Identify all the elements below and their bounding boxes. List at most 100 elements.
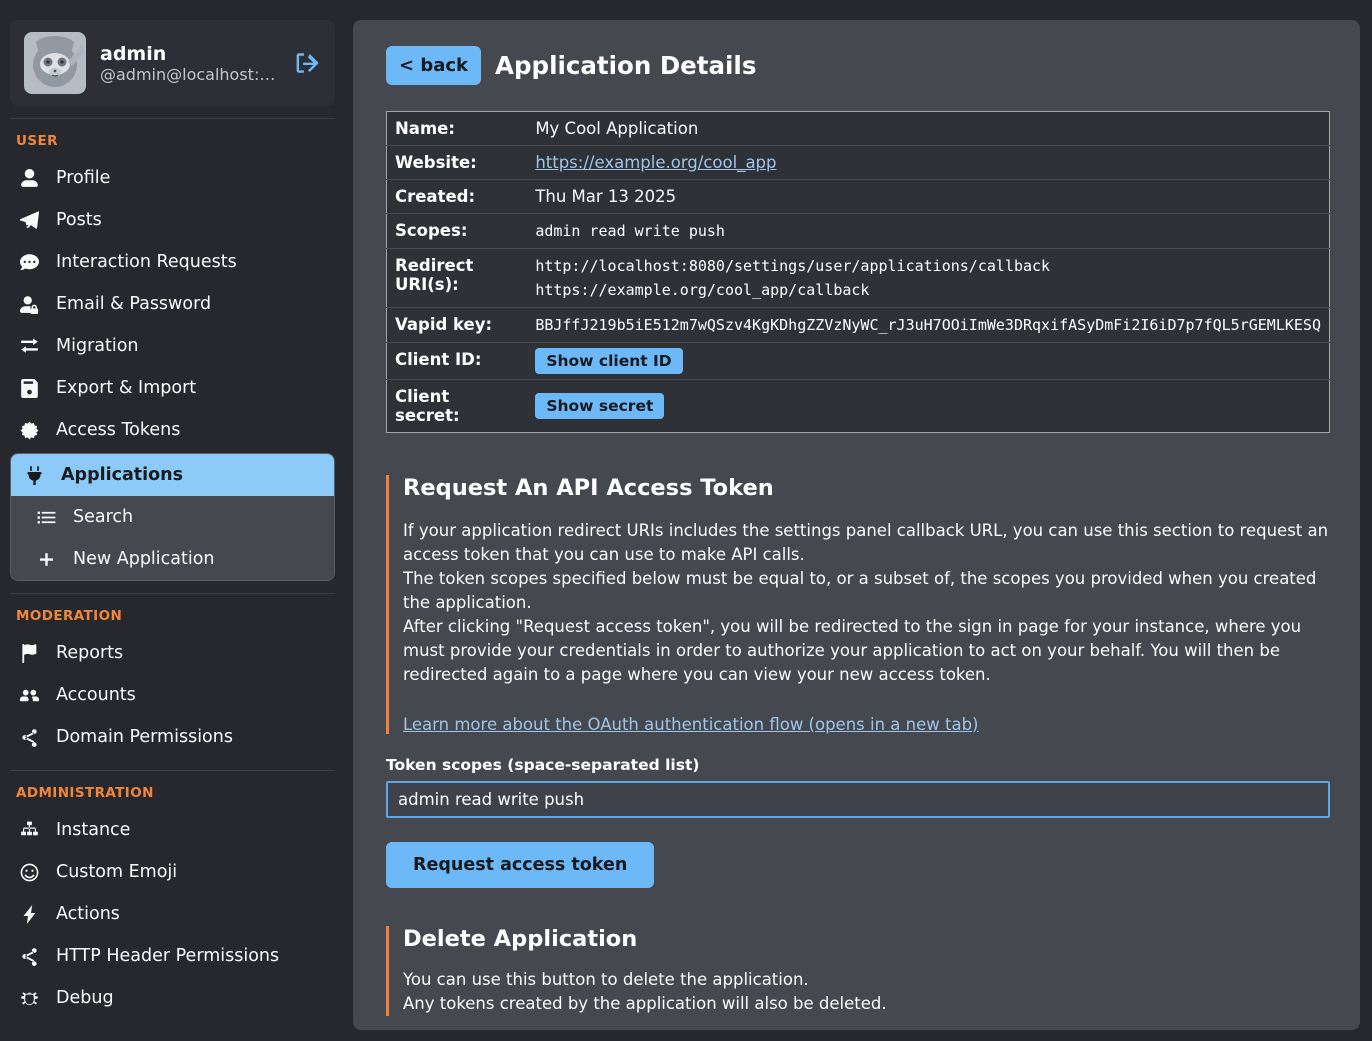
sidebar-item-label: Search (73, 507, 133, 527)
sloth-avatar-image (24, 32, 86, 94)
user-card[interactable]: admin @admin@localhost:80... (10, 20, 335, 106)
sidebar-item-email-password[interactable]: Email & Password (10, 283, 335, 325)
row-label: Vapid key: (387, 308, 528, 343)
sidebar-item-instance[interactable]: Instance (10, 809, 335, 851)
sidebar-item-label: Access Tokens (56, 420, 180, 440)
table-row: Redirect URI(s): http://localhost:8080/se… (387, 249, 1330, 308)
sidebar-item-label: Posts (56, 210, 102, 230)
sidebar-item-label: Debug (56, 988, 114, 1008)
token-section-description: If your application redirect URIs includ… (403, 519, 1330, 688)
description-line: After clicking "Request access token", y… (403, 615, 1330, 687)
row-label: Website: (387, 146, 528, 180)
row-label: Redirect URI(s): (387, 249, 528, 308)
user-lock-icon (18, 294, 40, 314)
applications-nav-group: Applications Search New Application (10, 453, 335, 581)
sidebar-item-label: Email & Password (56, 294, 211, 314)
list-icon (35, 507, 57, 527)
table-row: Created:Thu Mar 13 2025 (387, 180, 1330, 214)
sidebar-item-migration[interactable]: Migration (10, 325, 335, 367)
nav-section-moderation: MODERATION Reports Accounts Domain Permissi… (10, 593, 335, 758)
website-link[interactable]: https://example.org/cool_app (535, 153, 776, 172)
token-section: Request An API Access Token If your appl… (386, 475, 1330, 734)
token-scopes-label: Token scopes (space-separated list) (386, 756, 1330, 774)
request-access-token-button[interactable]: Request access token (386, 842, 654, 888)
sidebar-item-interaction-requests[interactable]: Interaction Requests (10, 241, 335, 283)
nav-section-label: MODERATION (16, 608, 335, 624)
share-nodes-icon (18, 727, 40, 747)
table-row: Client secret: Show secret (387, 380, 1330, 433)
bug-icon (18, 988, 40, 1008)
certificate-icon (18, 420, 40, 440)
row-value: admin read write push (535, 222, 725, 240)
share-nodes-icon (18, 946, 40, 966)
users-icon (18, 685, 40, 705)
table-row: Name: My Cool Application (387, 112, 1330, 146)
sidebar-item-debug[interactable]: Debug (10, 977, 335, 1019)
row-value: Thu Mar 13 2025 (535, 187, 676, 206)
smile-icon (18, 862, 40, 882)
table-row: Website: https://example.org/cool_app (387, 146, 1330, 180)
sidebar-nav: USERProfilePostsInteraction RequestsEmai… (0, 118, 345, 1019)
description-line: If your application redirect URIs includ… (403, 519, 1330, 567)
sign-out-icon[interactable] (295, 50, 321, 76)
sidebar-item-label: Instance (56, 820, 130, 840)
sidebar-item-applications[interactable]: Applications (11, 454, 334, 496)
oauth-docs-link[interactable]: Learn more about the OAuth authenticatio… (403, 715, 979, 734)
row-label: Client ID: (387, 343, 528, 380)
table-row: Scopes: admin read write push (387, 214, 1330, 249)
bolt-icon (18, 904, 40, 924)
sidebar-item-label: Migration (56, 336, 139, 356)
row-label: Client secret: (387, 380, 528, 433)
sidebar-item-domain-permissions[interactable]: Domain Permissions (10, 716, 335, 758)
sidebar-item-label: New Application (73, 549, 215, 569)
settings-page: admin @admin@localhost:80... USERProfile… (0, 0, 1372, 1041)
sidebar-item-reports[interactable]: Reports (10, 632, 335, 674)
sidebar-item-label: Domain Permissions (56, 727, 233, 747)
show-client-id-button[interactable]: Show client ID (535, 348, 682, 374)
sidebar-item-http-header-permissions[interactable]: HTTP Header Permissions (10, 935, 335, 977)
sidebar-item-custom-emoji[interactable]: Custom Emoji (10, 851, 335, 893)
token-scopes-input[interactable] (386, 781, 1330, 818)
sitemap-icon (18, 820, 40, 840)
sidebar-item-actions[interactable]: Actions (10, 893, 335, 935)
back-button[interactable]: < back (386, 46, 481, 85)
sidebar-item-posts[interactable]: Posts (10, 199, 335, 241)
plus-icon (35, 549, 57, 569)
sidebar-item-access-tokens[interactable]: Access Tokens (10, 409, 335, 451)
sidebar-item-accounts[interactable]: Accounts (10, 674, 335, 716)
show-secret-button[interactable]: Show secret (535, 393, 664, 419)
delete-section-title: Delete Application (403, 926, 1330, 952)
table-row: Client ID: Show client ID (387, 343, 1330, 380)
sidebar-item-new-application[interactable]: New Application (11, 538, 334, 580)
row-label: Name: (387, 112, 528, 146)
page-header: < back Application Details (386, 46, 1330, 85)
nav-section-administration: ADMINISTRATION Instance Custom Emoji Action… (10, 770, 335, 1019)
sidebar-item-label: Reports (56, 643, 123, 663)
user-meta: admin @admin@localhost:80... (100, 43, 281, 84)
sidebar-item-export-import[interactable]: Export & Import (10, 367, 335, 409)
row-value: http://localhost:8080/settings/user/appl… (535, 254, 1321, 278)
flag-icon (18, 643, 40, 663)
avatar (24, 32, 86, 94)
sidebar-item-search[interactable]: Search (11, 496, 334, 538)
sidebar-item-label: Accounts (56, 685, 136, 705)
user-icon (18, 168, 40, 188)
application-details-table: Name: My Cool Application Website: https://… (386, 111, 1330, 433)
sidebar: admin @admin@localhost:80... USERProfile… (0, 0, 345, 1041)
sidebar-item-label: HTTP Header Permissions (56, 946, 279, 966)
row-label: Scopes: (387, 214, 528, 249)
main-panel: < back Application Details Name: My Cool … (353, 20, 1360, 1030)
sidebar-item-label: Profile (56, 168, 110, 188)
nav-section-label: ADMINISTRATION (16, 785, 335, 801)
sidebar-item-label: Actions (56, 904, 120, 924)
user-name: admin (100, 43, 281, 65)
sidebar-item-profile[interactable]: Profile (10, 157, 335, 199)
arrows-exchange-icon (18, 336, 40, 356)
page-title: Application Details (495, 51, 756, 80)
user-handle: @admin@localhost:80... (100, 65, 281, 84)
sidebar-item-label: Interaction Requests (56, 252, 237, 272)
plug-icon (23, 465, 45, 485)
comment-dots-icon (18, 252, 40, 272)
row-value: My Cool Application (535, 119, 698, 138)
delete-section: Delete Application You can use this butt… (386, 926, 1330, 1016)
